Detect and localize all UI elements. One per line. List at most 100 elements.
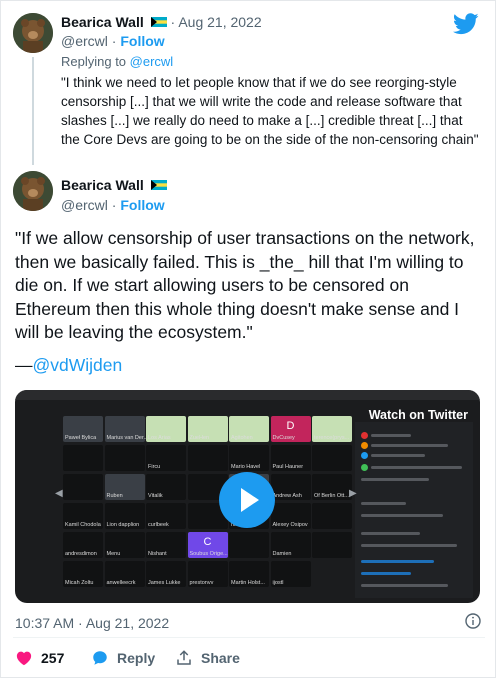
participant-tile: Ruben xyxy=(104,474,145,500)
participant-name: Soubus Orige... xyxy=(189,551,228,557)
participant-tile: Vitalik xyxy=(146,474,186,500)
participant-tile: Menu xyxy=(104,532,145,558)
thread-connector xyxy=(32,57,34,165)
chat-avatar xyxy=(361,464,368,471)
video-player[interactable]: Paweł Bylica Marius van Der... Los Arias Zu… xyxy=(15,390,480,603)
participant-name: Fircu xyxy=(148,464,161,470)
bahamas-flag-icon xyxy=(150,17,167,28)
avatar-image xyxy=(13,13,53,53)
share-button[interactable]: Share xyxy=(175,649,240,667)
participant-tile: Alexey Osipov xyxy=(270,503,311,529)
follow-button[interactable]: Follow xyxy=(120,197,164,213)
participant-initial: D xyxy=(286,420,295,432)
tweet-timestamp[interactable]: 10:37 AM · Aug 21, 2022 xyxy=(15,615,169,631)
mention-link[interactable]: @vdWijden xyxy=(33,355,123,375)
main-header: Bearica Wall xyxy=(61,177,167,193)
info-icon[interactable] xyxy=(465,613,481,629)
participant-name: Vitalik xyxy=(148,493,163,499)
participant-tile: ZueHen xyxy=(187,416,228,442)
participant-name: Micah Zoltu xyxy=(65,580,94,586)
participant-name: Alexey Osipov xyxy=(272,522,308,528)
participant-tile xyxy=(63,445,103,471)
separator-dot: · xyxy=(170,14,176,30)
chat-avatar xyxy=(361,432,368,439)
arrow-right-icon: ▶ xyxy=(349,488,357,499)
author-handle[interactable]: @ercwl xyxy=(61,197,108,213)
participant-tile: Los Arias xyxy=(146,416,186,442)
chat-message xyxy=(361,560,434,563)
tweet-date[interactable]: Aug 21, 2022 xyxy=(178,14,261,30)
chat-message xyxy=(361,572,411,575)
participant-tile: terence(prys... xyxy=(312,416,352,442)
participant-name: Kamil Chodola xyxy=(65,522,101,528)
author-name[interactable]: Bearica Wall xyxy=(61,14,144,30)
chat-message xyxy=(361,544,457,547)
chat-avatar xyxy=(361,452,368,459)
participant-tile: anwelleecrk xyxy=(104,561,145,587)
participant-tile xyxy=(229,532,269,558)
divider xyxy=(13,637,485,638)
chat-message xyxy=(361,532,420,535)
handle-separator: · xyxy=(107,33,121,49)
tweet-text: "If we allow censorship of user transact… xyxy=(15,228,475,342)
participant-tile xyxy=(63,474,103,500)
participant-tile: curlbeek xyxy=(146,503,186,529)
participant-name: DvCusey xyxy=(272,435,295,441)
bahamas-flag-icon xyxy=(150,180,167,191)
attribution: —@vdWijden xyxy=(15,355,122,376)
avatar[interactable] xyxy=(13,13,53,53)
participant-tile: ijostl xyxy=(270,561,311,587)
follow-button[interactable]: Follow xyxy=(120,33,164,49)
participant-tile xyxy=(312,503,352,529)
participant-name: Paul Hauner xyxy=(272,464,304,470)
participant-name: prestonvv xyxy=(189,580,214,586)
participant-tile: Paul Hauner xyxy=(270,445,311,471)
participant-tile: Fircu xyxy=(146,445,186,471)
participant-name: Mario Havel xyxy=(231,464,261,470)
participant-name: Ruben xyxy=(106,493,123,499)
participant-name: Menu xyxy=(106,551,121,557)
participant-tile: Damien xyxy=(270,532,311,558)
avatar[interactable] xyxy=(13,171,53,211)
participant-tile: Paweł Bylica xyxy=(63,416,103,442)
participant-name: James Lukke xyxy=(148,580,181,586)
participant-name: ijostl xyxy=(272,580,284,586)
watch-on-twitter-label[interactable]: Watch on Twitter xyxy=(369,408,468,422)
handle-separator: · xyxy=(107,197,121,213)
video-chat-panel xyxy=(355,422,473,598)
reply-icon xyxy=(93,651,107,665)
participant-tile xyxy=(312,445,352,471)
participant-name: Agitohen xyxy=(231,435,253,441)
participant-tile: andresdimon xyxy=(63,532,103,558)
participant-name: Damien xyxy=(272,551,292,557)
participant-tile: Agitohen xyxy=(229,416,269,442)
participant-tile xyxy=(312,532,352,558)
participant-tile xyxy=(104,445,145,471)
participant-name: Paweł Bylica xyxy=(65,435,97,441)
chat-message xyxy=(371,454,425,457)
replying-prefix: Replying to xyxy=(61,54,130,69)
participant-tile: Mario Havel xyxy=(229,445,269,471)
reply-button[interactable]: Reply xyxy=(91,649,155,667)
participant-tile: Marius van Der... xyxy=(104,416,148,442)
participant-tile: Of Berlin Ott... xyxy=(312,474,352,500)
participant-initial: C xyxy=(203,536,212,548)
replying-handle-link[interactable]: @ercwl xyxy=(130,54,174,69)
chat-message xyxy=(361,584,448,587)
participant-name: Marius van Der... xyxy=(106,435,149,441)
participant-name: Martin Holst... xyxy=(231,580,265,586)
like-button[interactable]: 257 xyxy=(15,649,64,667)
play-button[interactable] xyxy=(219,472,275,528)
twitter-bird-icon[interactable] xyxy=(453,13,479,35)
participant-tile: Lion dapplion xyxy=(104,503,145,529)
participant-name: Nishant xyxy=(148,551,167,557)
author-handle[interactable]: @ercwl xyxy=(61,33,108,49)
chat-message xyxy=(361,502,406,505)
author-name[interactable]: Bearica Wall xyxy=(61,177,144,193)
reply-label: Reply xyxy=(117,650,156,666)
participant-tile: Micah Zoltu xyxy=(63,561,103,587)
participant-tile: Martin Holst... xyxy=(229,561,269,587)
like-count: 257 xyxy=(41,650,65,666)
heart-icon xyxy=(16,651,32,666)
share-icon xyxy=(177,650,191,665)
